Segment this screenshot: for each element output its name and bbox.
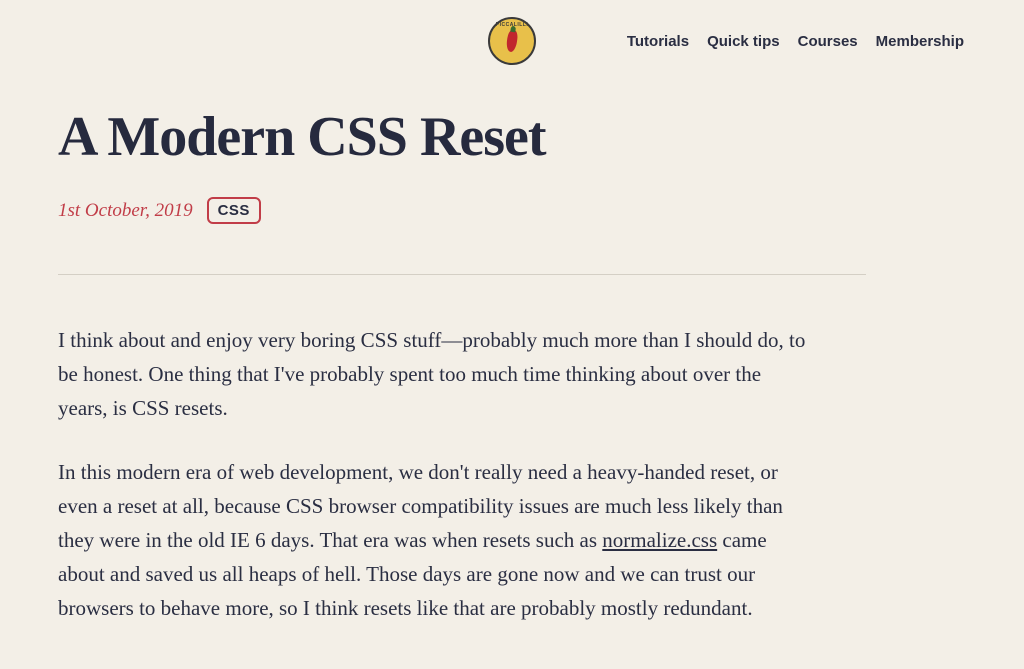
site-header: PICCALILLI Tutorials Quick tips Courses …: [0, 0, 1024, 70]
nav-tutorials[interactable]: Tutorials: [627, 33, 689, 50]
nav-courses[interactable]: Courses: [798, 33, 858, 50]
brand-logo[interactable]: PICCALILLI: [488, 17, 536, 65]
normalize-css-link[interactable]: normalize.css: [602, 528, 717, 552]
article-content: A Modern CSS Reset 1st October, 2019 CSS…: [0, 70, 1024, 625]
nav-membership[interactable]: Membership: [876, 33, 964, 50]
article-tag[interactable]: CSS: [207, 197, 261, 224]
paragraph-2: In this modern era of web development, w…: [58, 455, 808, 625]
paragraph-1: I think about and enjoy very boring CSS …: [58, 323, 808, 425]
article-title: A Modern CSS Reset: [58, 105, 966, 169]
chili-icon: [506, 29, 519, 52]
nav-quick-tips[interactable]: Quick tips: [707, 33, 780, 50]
primary-nav: Tutorials Quick tips Courses Membership: [627, 33, 964, 50]
divider: [58, 274, 866, 275]
article-meta: 1st October, 2019 CSS: [58, 197, 966, 224]
article-date: 1st October, 2019: [58, 200, 193, 222]
article-body: I think about and enjoy very boring CSS …: [58, 323, 808, 625]
